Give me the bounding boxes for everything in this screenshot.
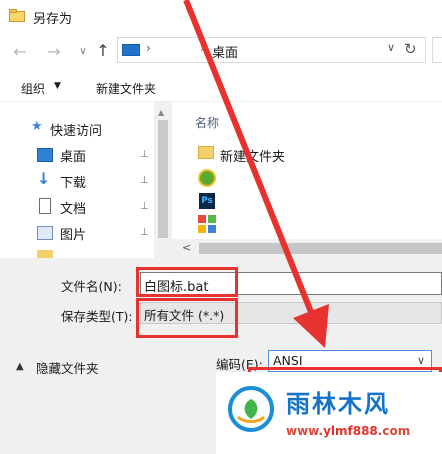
ylmf-logo-icon bbox=[228, 386, 274, 432]
watermark-url-prefix: www. bbox=[286, 424, 324, 438]
watermark-url: www.ylmf888.com bbox=[286, 424, 410, 438]
watermark-url-suffix: .com bbox=[377, 424, 411, 438]
watermark-title: 雨林木风 bbox=[286, 390, 390, 418]
watermark-url-brand: ylmf888 bbox=[323, 424, 378, 438]
